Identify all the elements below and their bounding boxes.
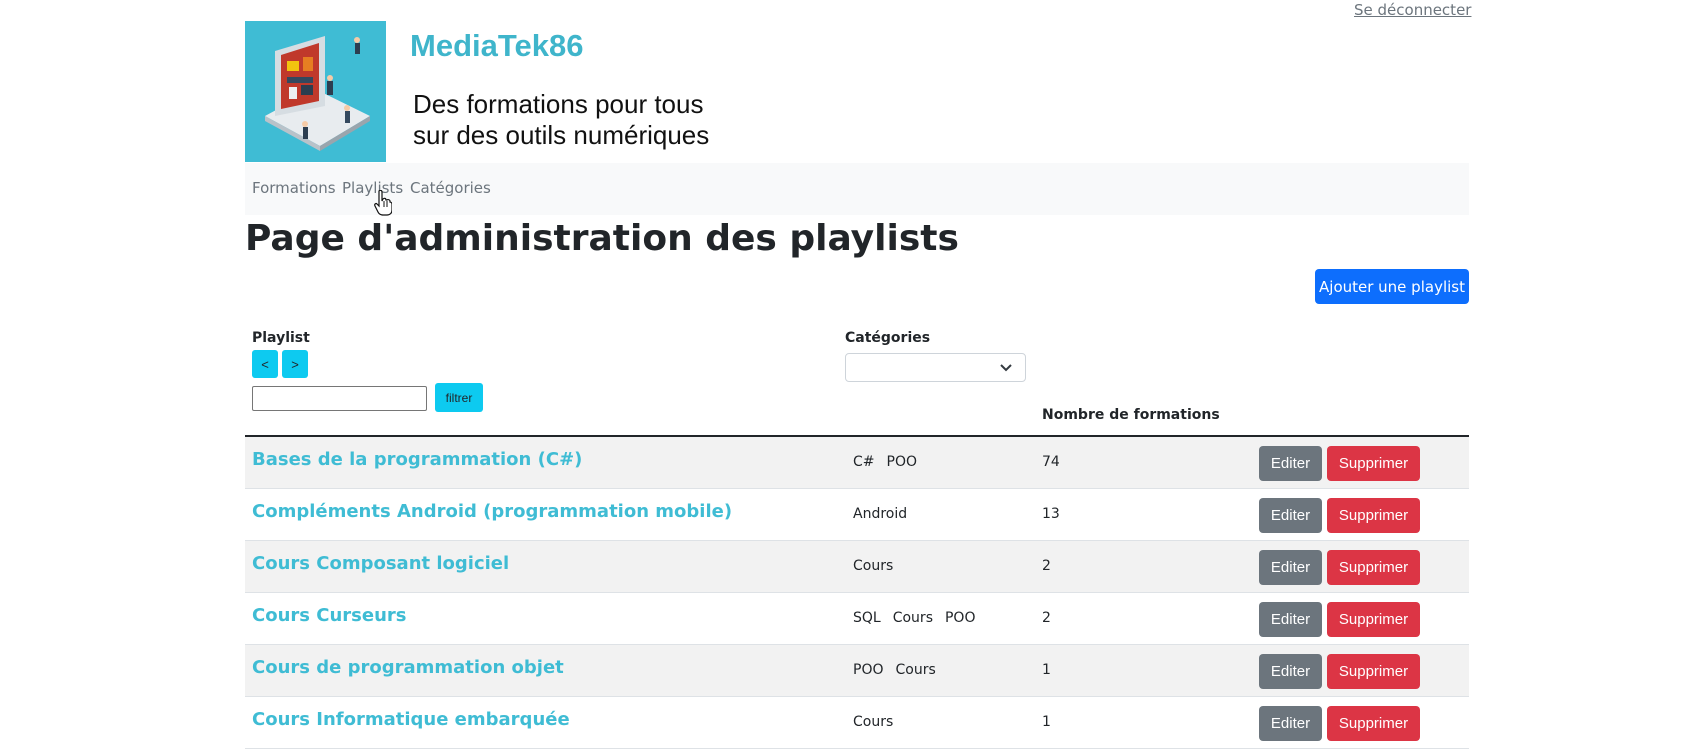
category-tag: Cours — [853, 558, 894, 574]
add-playlist-button[interactable]: Ajouter une playlist — [1315, 269, 1469, 304]
playlist-categories: Cours — [853, 558, 905, 574]
category-select[interactable] — [845, 353, 1026, 382]
category-tag: POO — [944, 610, 976, 626]
category-tag: SQL — [853, 610, 881, 626]
playlist-filter-input[interactable] — [252, 386, 427, 411]
edit-button[interactable]: Editer — [1259, 654, 1322, 689]
playlist-column-header: Playlist — [252, 330, 310, 346]
edit-button[interactable]: Editer — [1259, 446, 1322, 481]
nav-item-formations[interactable]: Formations — [252, 179, 336, 197]
formation-count: 1 — [1042, 714, 1051, 730]
navbar: Formations Playlists Catégories — [245, 163, 1469, 215]
edit-button[interactable]: Editer — [1259, 706, 1322, 741]
logout-link[interactable]: Se déconnecter — [1354, 1, 1471, 19]
playlist-categories: C# POO — [853, 454, 929, 470]
edit-button[interactable]: Editer — [1259, 550, 1322, 585]
tagline-line-2: sur des outils numériques — [413, 120, 710, 150]
page-title: Page d'administration des playlists — [245, 218, 959, 259]
table-row: Bases de la programmation (C#) C# POO 74 Edi… — [245, 437, 1469, 489]
category-tag: Cours — [892, 610, 933, 626]
table-row: Cours Curseurs SQL Cours POO 2 Editer Supprime… — [245, 593, 1469, 645]
count-column-header: Nombre de formations — [1042, 407, 1220, 423]
categories-column-header: Catégories — [845, 330, 931, 346]
delete-button[interactable]: Supprimer — [1327, 602, 1420, 637]
category-tag: POO — [853, 662, 884, 678]
playlist-name-link[interactable]: Cours Curseurs — [252, 605, 406, 626]
playlist-name-link[interactable]: Bases de la programmation (C#) — [252, 449, 582, 470]
playlist-categories: Cours — [853, 714, 905, 730]
formation-count: 13 — [1042, 506, 1060, 522]
table-row: Cours Composant logiciel Cours 2 Editer Supp… — [245, 541, 1469, 593]
formation-count: 2 — [1042, 558, 1051, 574]
playlist-categories: Android — [853, 506, 919, 522]
table-row: Cours Informatique embarquée Cours 1 Editer… — [245, 697, 1469, 749]
category-tag: Cours — [853, 714, 894, 730]
formation-count: 2 — [1042, 610, 1051, 626]
category-tag: POO — [886, 454, 917, 470]
delete-button[interactable]: Supprimer — [1327, 498, 1420, 533]
nav-item-playlists[interactable]: Playlists — [342, 179, 403, 197]
category-tag: C# — [853, 454, 875, 470]
formation-count: 1 — [1042, 662, 1051, 678]
hand-cursor-icon — [374, 190, 392, 216]
site-title: MediaTek86 — [410, 28, 584, 63]
table-row: Compléments Android (programmation mobil… — [245, 489, 1469, 541]
category-tag: Android — [853, 506, 908, 522]
tagline-line-1: Des formations pour tous — [413, 89, 704, 119]
filter-button[interactable]: filtrer — [435, 383, 483, 412]
site-tagline: Des formations pour tous sur des outils … — [413, 89, 709, 151]
chevron-down-icon — [1000, 364, 1012, 372]
edit-button[interactable]: Editer — [1259, 602, 1322, 637]
formation-count: 74 — [1042, 454, 1060, 470]
delete-button[interactable]: Supprimer — [1327, 706, 1420, 741]
delete-button[interactable]: Supprimer — [1327, 446, 1420, 481]
category-tag: Cours — [895, 662, 936, 678]
table-row: Cours de programmation objet POO Cours 1 Edi… — [245, 645, 1469, 697]
playlist-name-link[interactable]: Cours Composant logiciel — [252, 553, 509, 574]
playlist-categories: SQL Cours POO — [853, 610, 987, 626]
sort-asc-button[interactable]: < — [252, 350, 278, 378]
delete-button[interactable]: Supprimer — [1327, 654, 1420, 689]
nav-item-categories[interactable]: Catégories — [410, 179, 491, 197]
playlist-name-link[interactable]: Cours de programmation objet — [252, 657, 564, 678]
sort-desc-button[interactable]: > — [282, 350, 308, 378]
playlist-categories: POO Cours — [853, 662, 948, 678]
playlist-name-link[interactable]: Cours Informatique embarquée — [252, 709, 570, 730]
edit-button[interactable]: Editer — [1259, 498, 1322, 533]
delete-button[interactable]: Supprimer — [1327, 550, 1420, 585]
playlist-name-link[interactable]: Compléments Android (programmation mobil… — [252, 501, 732, 522]
banner-image — [245, 21, 386, 162]
